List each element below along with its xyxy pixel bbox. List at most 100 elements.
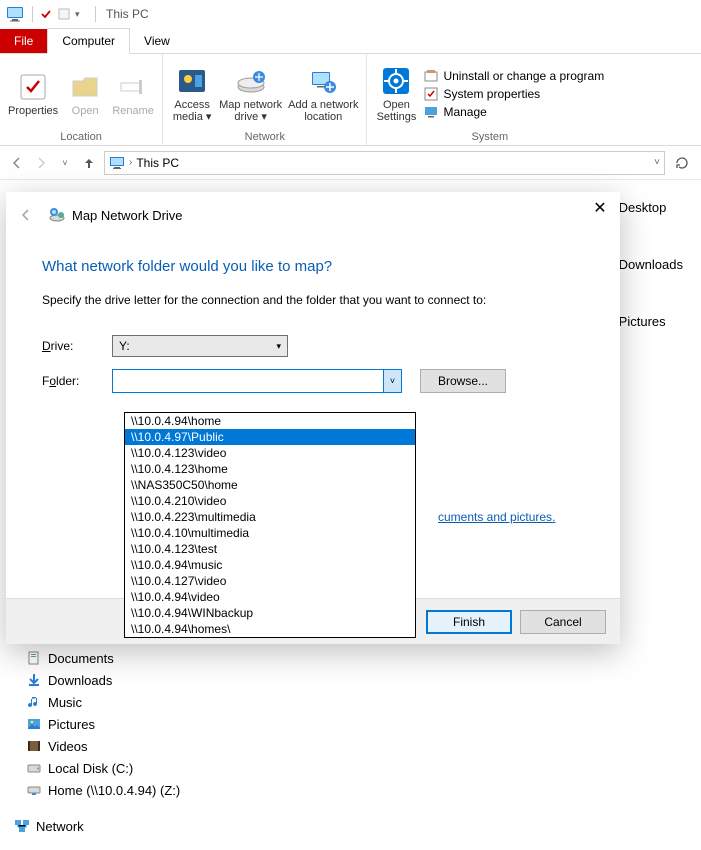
dialog-title: Map Network Drive [72,208,183,223]
manage-icon [423,104,439,120]
add-location-icon [307,65,339,97]
manage-button[interactable]: Manage [423,104,604,120]
add-location-label: Add a networklocation [288,99,358,123]
main-content: Desktop Downloads Pictures Documents Dow… [0,180,701,850]
address-dropdown-icon[interactable]: ˅ [654,157,660,168]
uninstall-icon [423,68,439,84]
settings-icon [380,65,412,97]
dropdown-item[interactable]: \\10.0.4.123\test [125,541,415,557]
network-icon [14,818,30,834]
ribbon-tabs: File Computer View [0,28,701,54]
access-media-label: Accessmedia ▾ [173,99,212,123]
ribbon-group-location: Properties Open Rename Location [0,54,163,145]
tab-computer[interactable]: Computer [47,28,130,54]
tab-view[interactable]: View [130,29,184,53]
this-pc-icon [6,5,24,23]
dropdown-item[interactable]: \\10.0.4.94\video [125,589,415,605]
dropdown-item[interactable]: \\10.0.4.94\music [125,557,415,573]
access-media-button[interactable]: Accessmedia ▾ [171,65,213,123]
system-properties-button[interactable]: System properties [423,86,604,102]
folder-label: Folder: [42,374,112,388]
location-item[interactable]: Desktop [619,200,683,215]
downloads-icon [26,672,42,688]
dropdown-item[interactable]: \\10.0.4.94\home [125,413,415,429]
chevron-down-icon: ▾ [276,341,281,352]
finish-button[interactable]: Finish [426,610,512,634]
map-network-drive-button[interactable]: Map networkdrive ▾ [219,65,282,123]
tab-file[interactable]: File [0,29,47,53]
properties-icon [17,71,49,103]
tree-item-pictures[interactable]: Pictures [26,716,180,732]
dialog-title-icon [48,206,66,224]
browse-button[interactable]: Browse... [420,369,506,393]
map-network-drive-dialog: Map Network Drive ✕ What network folder … [6,192,620,644]
qat-expand-icon[interactable]: ▾ [75,7,89,21]
folder-dropdown-button[interactable]: ˅ [383,370,401,392]
media-icon [176,65,208,97]
tree-item-videos[interactable]: Videos [26,738,180,754]
forward-button[interactable] [32,154,50,172]
drive-select[interactable]: Y: ▾ [112,335,288,357]
rename-button[interactable]: Rename [112,71,154,117]
network-drive-icon [26,782,42,798]
dropdown-item[interactable]: \\10.0.4.127\video [125,573,415,589]
dropdown-item[interactable]: \\10.0.4.123\home [125,461,415,477]
pictures-icon [26,716,42,732]
dialog-subtext: Specify the drive letter for the connect… [42,293,584,307]
tree-item-documents[interactable]: Documents [26,650,180,666]
ribbon-group-label: Network [245,131,285,143]
back-button[interactable] [8,154,26,172]
open-settings-button[interactable]: OpenSettings [375,65,417,123]
folder-input[interactable] [113,370,383,392]
documents-icon [26,650,42,666]
refresh-button[interactable] [671,152,693,174]
folder-combobox[interactable]: ˅ [112,369,402,393]
dropdown-item[interactable]: \\10.0.4.97\Public [125,429,415,445]
properties-button[interactable]: Properties [8,71,58,117]
ribbon-group-label: Location [60,131,102,143]
this-pc-icon [109,155,125,171]
address-path: This PC [136,156,179,170]
dropdown-item[interactable]: \\10.0.4.94\homes\ [125,621,415,637]
dialog-back-button[interactable] [18,205,38,225]
tree-item-network[interactable]: Network [14,818,180,834]
cancel-button[interactable]: Cancel [520,610,606,634]
ribbon-group-network: Accessmedia ▾ Map networkdrive ▾ Add a n… [163,54,367,145]
nav-tree: Documents Downloads Music Pictures Video… [26,650,180,834]
tree-item-network-drive[interactable]: Home (\\10.0.4.94) (Z:) [26,782,180,798]
music-icon [26,694,42,710]
tree-item-downloads[interactable]: Downloads [26,672,180,688]
add-network-location-button[interactable]: Add a networklocation [288,65,358,123]
location-list: Desktop Downloads Pictures [619,200,683,329]
location-item[interactable]: Pictures [619,314,683,329]
system-properties-icon [423,86,439,102]
open-button[interactable]: Open [64,71,106,117]
qat-dropdown-icon[interactable] [57,7,71,21]
location-item[interactable]: Downloads [619,257,683,272]
dialog-body: What network folder would you like to ma… [6,238,620,393]
storage-link[interactable]: cuments and pictures. [438,510,555,524]
system-list: Uninstall or change a program System pro… [423,68,604,120]
dropdown-item[interactable]: \\10.0.4.223\multimedia [125,509,415,525]
folder-dropdown-list[interactable]: \\10.0.4.94\home\\10.0.4.97\Public\\10.0… [124,412,416,638]
dropdown-item[interactable]: \\10.0.4.10\multimedia [125,525,415,541]
address-bar[interactable]: › This PC ˅ [104,151,665,175]
map-drive-icon [235,65,267,97]
open-settings-label: OpenSettings [377,99,417,123]
ribbon-group-label: System [471,131,508,143]
tree-item-music[interactable]: Music [26,694,180,710]
recent-dropdown[interactable]: ˅ [56,154,74,172]
drive-value: Y: [119,339,130,353]
dropdown-item[interactable]: \\10.0.4.94\WINbackup [125,605,415,621]
dialog-close-button[interactable]: ✕ [590,198,610,218]
dropdown-item[interactable]: \\NAS350C50\home [125,477,415,493]
dropdown-item[interactable]: \\10.0.4.210\video [125,493,415,509]
titlebar: ▾ This PC [0,0,701,28]
dropdown-item[interactable]: \\10.0.4.123\video [125,445,415,461]
uninstall-button[interactable]: Uninstall or change a program [423,68,604,84]
up-button[interactable] [80,154,98,172]
save-icon[interactable] [39,7,53,21]
tree-item-local-disk[interactable]: Local Disk (C:) [26,760,180,776]
open-icon [69,71,101,103]
map-drive-label: Map networkdrive ▾ [219,99,282,123]
